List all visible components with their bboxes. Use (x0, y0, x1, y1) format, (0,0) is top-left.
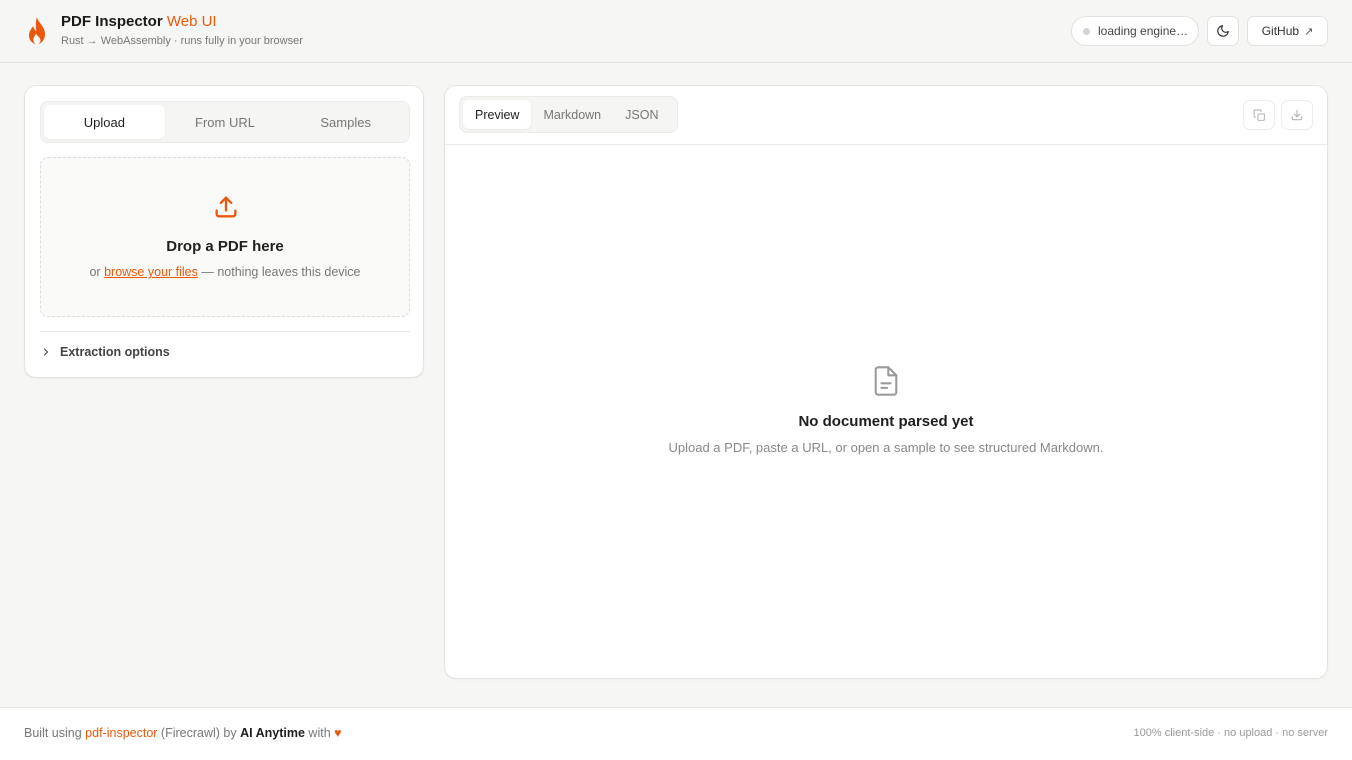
tab-json[interactable]: JSON (613, 100, 670, 129)
flame-icon (24, 16, 50, 46)
extraction-options-toggle[interactable]: Extraction options (40, 342, 170, 362)
divider (40, 331, 410, 332)
download-icon (1291, 109, 1303, 121)
pdf-dropzone[interactable]: Drop a PDF here or browse your files — n… (40, 157, 410, 317)
copy-icon (1253, 109, 1265, 121)
moon-icon (1217, 25, 1229, 37)
download-button[interactable] (1281, 100, 1313, 130)
app-header: PDF Inspector Web UI Rust → WebAssembly … (0, 0, 1352, 63)
app-title-accent: Web UI (166, 13, 217, 30)
output-panel: Preview Markdown JSON No document parsed… (444, 85, 1328, 679)
app-subtitle: Rust → WebAssembly · runs fully in your … (61, 35, 303, 47)
tab-markdown[interactable]: Markdown (531, 100, 613, 129)
input-panel: Upload From URL Samples Drop a PDF here … (24, 85, 424, 378)
pdf-inspector-link[interactable]: pdf-inspector (85, 726, 157, 740)
extraction-options-label: Extraction options (60, 345, 170, 359)
footer-built-using: Built using (24, 726, 82, 740)
browse-files-link[interactable]: browse your files (104, 265, 198, 279)
theme-toggle-button[interactable] (1207, 16, 1239, 46)
source-tabs: Upload From URL Samples (40, 101, 410, 143)
footer-with: with (308, 726, 331, 740)
github-link-button[interactable]: GitHub ↗ (1247, 16, 1328, 46)
copy-button[interactable] (1243, 100, 1275, 130)
dropzone-prefix: or (89, 265, 101, 279)
document-icon (872, 365, 900, 397)
app-title-text: PDF Inspector (61, 13, 163, 30)
app-footer: Built using pdf-inspector (Firecrawl) by… (0, 707, 1352, 760)
dropzone-subtitle: or browse your files — nothing leaves th… (41, 265, 409, 279)
brand: PDF Inspector Web UI Rust → WebAssembly … (61, 12, 303, 47)
footer-author: AI Anytime (240, 726, 305, 740)
heart-icon: ♥ (334, 726, 342, 740)
app-title: PDF Inspector Web UI (61, 12, 303, 32)
footer-pkg-note: (Firecrawl) by (160, 726, 237, 740)
chevron-right-icon (43, 348, 49, 356)
external-link-icon: ↗ (1304, 25, 1314, 38)
engine-status-text: loading engine… (1098, 24, 1189, 38)
footer-credits: Built using pdf-inspector (Firecrawl) by… (24, 726, 342, 740)
footer-privacy-note: 100% client-side · no upload · no server (1133, 727, 1328, 739)
engine-status-badge: loading engine… (1071, 16, 1199, 46)
panel-divider (445, 144, 1327, 145)
view-tabs: Preview Markdown JSON (459, 96, 678, 133)
dropzone-title: Drop a PDF here (166, 238, 284, 255)
empty-state-title: No document parsed yet (798, 413, 974, 430)
status-dot (1083, 27, 1090, 35)
tab-samples[interactable]: Samples (285, 105, 406, 139)
tab-from-url[interactable]: From URL (165, 105, 286, 139)
upload-icon (212, 193, 240, 221)
github-label: GitHub (1261, 24, 1300, 38)
tab-preview[interactable]: Preview (463, 100, 532, 129)
dropzone-suffix: — nothing leaves this device (201, 265, 361, 279)
tab-upload[interactable]: Upload (44, 105, 165, 139)
empty-state-subtitle: Upload a PDF, paste a URL, or open a sam… (668, 440, 1104, 455)
